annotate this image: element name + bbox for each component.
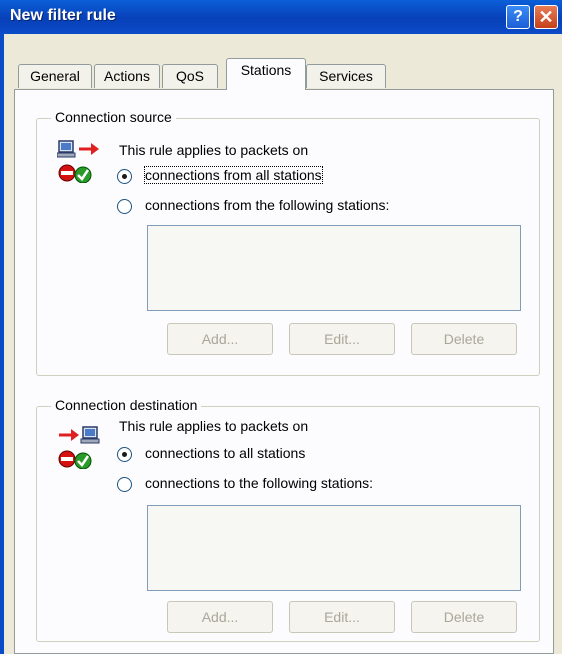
tab-qos[interactable]: QoS	[162, 64, 218, 88]
destination-following-label[interactable]: connections to the following stations:	[145, 475, 373, 491]
destination-add-button[interactable]: Add...	[167, 601, 273, 633]
source-all-label[interactable]: connections from all stations	[144, 166, 323, 184]
destination-stations-list[interactable]	[147, 505, 521, 591]
computer-arrow-icon	[57, 140, 99, 183]
tab-services[interactable]: Services	[306, 64, 386, 88]
destination-all-label[interactable]: connections to all stations	[145, 445, 305, 461]
window-frame-left	[0, 34, 4, 654]
connection-source-group: Connection source This rule applies to p…	[36, 109, 540, 376]
source-edit-button[interactable]: Edit...	[289, 323, 395, 355]
destination-following-radio[interactable]	[117, 477, 132, 492]
source-stations-list[interactable]	[147, 225, 521, 311]
source-delete-button[interactable]: Delete	[411, 323, 517, 355]
destination-delete-button[interactable]: Delete	[411, 601, 517, 633]
window-title: New filter rule	[10, 7, 116, 24]
source-add-button[interactable]: Add...	[167, 323, 273, 355]
source-all-radio[interactable]	[117, 169, 132, 184]
destination-all-radio[interactable]	[117, 447, 132, 462]
help-button[interactable]: ?	[506, 5, 530, 29]
tab-general[interactable]: General	[18, 64, 92, 88]
connection-destination-group: Connection destination This rule applies…	[36, 397, 540, 642]
source-following-label[interactable]: connections from the following stations:	[145, 197, 389, 213]
source-description: This rule applies to packets on	[119, 142, 309, 158]
connection-destination-legend: Connection destination	[51, 397, 202, 413]
close-button[interactable]: ✕	[534, 5, 558, 29]
destination-description: This rule applies to packets on	[119, 418, 309, 434]
connection-source-legend: Connection source	[51, 109, 176, 125]
tab-stations[interactable]: Stations	[226, 58, 306, 90]
destination-edit-button[interactable]: Edit...	[289, 601, 395, 633]
tab-actions[interactable]: Actions	[94, 64, 160, 88]
source-following-radio[interactable]	[117, 199, 132, 214]
arrow-computer-icon	[58, 426, 100, 469]
title-bar: New filter rule ? ✕	[0, 0, 562, 34]
